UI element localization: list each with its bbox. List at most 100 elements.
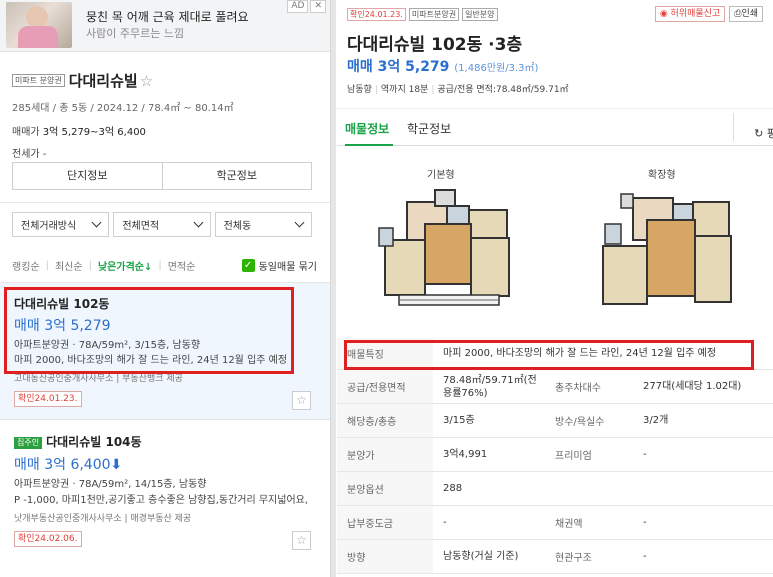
same-listing-label[interactable]: 동일매물 묶기 [259, 258, 317, 273]
detail-panel: 확인24.01.23. 미파트분양권 일반분양 ◉ 허위매물신고 ⎙인쇄 다대리… [337, 0, 773, 577]
listing-title-row: 집주인 다대리슈빌 104동 [14, 433, 142, 450]
complex-button-row: 단지정보 학군정보 [12, 162, 312, 190]
complex-name: 다대리슈빌 [68, 72, 138, 90]
ad-label: AD [287, 0, 309, 13]
report-button[interactable]: ◉ 허위매물신고 [654, 6, 726, 22]
listing-description: P -1,000, 마피1천만,공기좋고 층수좋은 남향집,동간거리 무지넓어요… [14, 495, 309, 506]
area-filter[interactable]: 전체면적 [113, 212, 211, 237]
listing-title: 다대리슈빌 104동 [46, 435, 142, 449]
complex-summary: 미파트 분양권 다대리슈빌 ☆ 285세대 / 총 5동 / 2024.12 / 7… [12, 70, 322, 160]
floor-plan-basic-image[interactable] [377, 184, 512, 312]
same-listing-checkbox[interactable]: ✓ [241, 259, 255, 272]
row-label-2: 현관구조 [553, 540, 633, 573]
row-value-2: - [643, 551, 647, 562]
favorite-star-icon[interactable]: ☆ [292, 391, 311, 410]
listing-info-table: 매물특징 마피 2000, 바다조망의 해가 잘 드는 라인, 24년 12월 … [337, 338, 773, 574]
row-label: 공급/전용면적 [337, 370, 433, 403]
ad-subtitle: 사람이 주무르는 느낌 [86, 27, 185, 40]
confirmed-tag: 확인24.01.23. [347, 8, 406, 21]
sort-row: 랭킹순 | 최신순 | 낮은가격순↓ | 면적순 ✓ 동일매물 묶기 [12, 258, 317, 273]
filter-row: 전체거래방식 전체면적 전체동 [12, 212, 312, 237]
highlight-box [344, 340, 754, 370]
trade-type-filter[interactable]: 전체거래방식 [12, 212, 110, 237]
detail-price-row: 매매 3억 5,279 (1,486만원/3.3㎡) [347, 56, 538, 76]
detail-meta: 남동향 | 역까지 18분 | 공급/전용 면적:78.48㎡/59.71㎡ [347, 85, 569, 95]
chevron-down-icon [91, 217, 102, 228]
area-unit-label: 평 [766, 127, 773, 140]
ad-title: 뭉친 목 어깨 근육 제대로 풀려요 [86, 10, 249, 24]
school-info-button[interactable]: 학군정보 [163, 163, 312, 189]
detail-tags: 확인24.01.23. 미파트분양권 일반분양 [347, 8, 498, 21]
listing-confirmed-badge: 확인24.02.06. [14, 531, 82, 547]
panel-divider[interactable] [330, 0, 336, 577]
listing-confirmed-badge: 확인24.01.23. [14, 391, 82, 407]
row-value: 288 [443, 483, 463, 494]
area-unit-row: ↻ 평 [754, 125, 773, 141]
row-value-2: 3/2개 [643, 415, 669, 426]
row-value: 남동향(거실 기준) [443, 551, 519, 562]
siren-icon: ◉ [659, 9, 668, 19]
row-label: 분양옵션 [337, 472, 433, 505]
refresh-icon: ↻ [754, 127, 764, 140]
ad-badges: AD ✕ [287, 0, 326, 13]
row-label-2: 방수/욕실수 [553, 404, 633, 437]
ad-banner[interactable]: 뭉친 목 어깨 근육 제대로 풀려요 사람이 주무르는 느낌 AD ✕ [0, 0, 330, 52]
favorite-star-icon[interactable]: ☆ [292, 531, 311, 550]
row-value: 78.48㎡/59.71㎡(전용률76%) [443, 374, 537, 399]
active-tab-indicator [345, 144, 393, 146]
detail-tabs: 매물정보 학군정보 ↻ 평 [337, 108, 773, 146]
ad-thumbnail [6, 2, 72, 48]
complex-price-label: 매매가 [12, 127, 40, 138]
plan-label-basic: 기본형 [427, 170, 455, 181]
row-value-2: 277대(세대당 1.02대) [643, 381, 742, 392]
type-tag: 미파트분양권 [408, 8, 460, 21]
listing-price-row: 매매 3억 6,400⬇ [14, 454, 122, 474]
detail-actions: ◉ 허위매물신고 ⎙인쇄 [654, 6, 763, 22]
table-row: 방향 남동향(거실 기준) 현관구조 - [337, 540, 773, 574]
row-label-2: 채권액 [553, 506, 633, 539]
listing-agent[interactable]: 낫개부동산공인중개사사무소 | 매경부동산 제공 [14, 511, 191, 524]
print-button[interactable]: ⎙인쇄 [729, 6, 763, 22]
detail-price-per: (1,486만원/3.3㎡) [454, 63, 539, 74]
row-label-2: 총주차대수 [553, 370, 633, 403]
meta-station: 역까지 18분 [380, 85, 429, 95]
highlight-box [4, 287, 294, 374]
complex-price: 매매가 3억 5,279~3억 6,400 [12, 123, 322, 138]
building-filter-label: 전체동 [223, 221, 252, 232]
listing-item[interactable]: 집주인 다대리슈빌 104동 매매 3억 6,400⬇ 아파트분양권 · 78A/… [0, 421, 330, 577]
tab-school-info[interactable]: 학군정보 [407, 120, 451, 137]
building-filter[interactable]: 전체동 [214, 212, 312, 237]
complex-info: 285세대 / 총 5동 / 2024.12 / 78.4㎡ ~ 80.14㎡ [12, 103, 234, 114]
row-value-2: - [643, 517, 647, 528]
plan-label-extended: 확장형 [648, 170, 676, 181]
complex-type-tag: 미파트 분양권 [12, 74, 65, 87]
divider [0, 202, 330, 203]
floor-plan-extended-image[interactable] [599, 184, 734, 312]
sort-area[interactable]: 면적순 [168, 258, 196, 273]
table-row: 공급/전용면적 78.48㎡/59.71㎡(전용률76%) 총주차대수 277대… [337, 370, 773, 404]
ad-close-icon[interactable]: ✕ [310, 0, 326, 13]
print-label: 인쇄 [741, 9, 758, 19]
trade-type-filter-label: 전체거래방식 [21, 221, 77, 232]
row-value: - [443, 517, 447, 528]
chevron-down-icon [294, 217, 305, 228]
tab-listing-info[interactable]: 매물정보 [345, 120, 389, 137]
area-filter-label: 전체면적 [122, 221, 160, 232]
row-label-2: 프리미엄 [553, 438, 633, 471]
sort-low-price[interactable]: 낮은가격순↓ [98, 258, 152, 273]
table-row: 납부중도금 - 채권액 - [337, 506, 773, 540]
area-unit-toggle[interactable]: ↻ 평 [733, 113, 773, 141]
row-value: 3/15층 [443, 415, 475, 426]
row-label: 납부중도금 [337, 506, 433, 539]
sale-tag: 일반분양 [462, 8, 498, 21]
favorite-star-icon[interactable]: ☆ [140, 72, 153, 90]
detail-title: 다대리슈빌 102동 ·3층 [347, 35, 523, 55]
row-value: 3억4,991 [443, 449, 488, 460]
sort-ranking[interactable]: 랭킹순 [12, 258, 40, 273]
price-down-arrow-icon: ⬇ [110, 457, 123, 473]
report-label: 허위매물신고 [670, 9, 721, 19]
row-value-2: - [643, 449, 647, 460]
complex-info-button[interactable]: 단지정보 [13, 163, 163, 189]
sort-latest[interactable]: 최신순 [55, 258, 83, 273]
row-label: 분양가 [337, 438, 433, 471]
